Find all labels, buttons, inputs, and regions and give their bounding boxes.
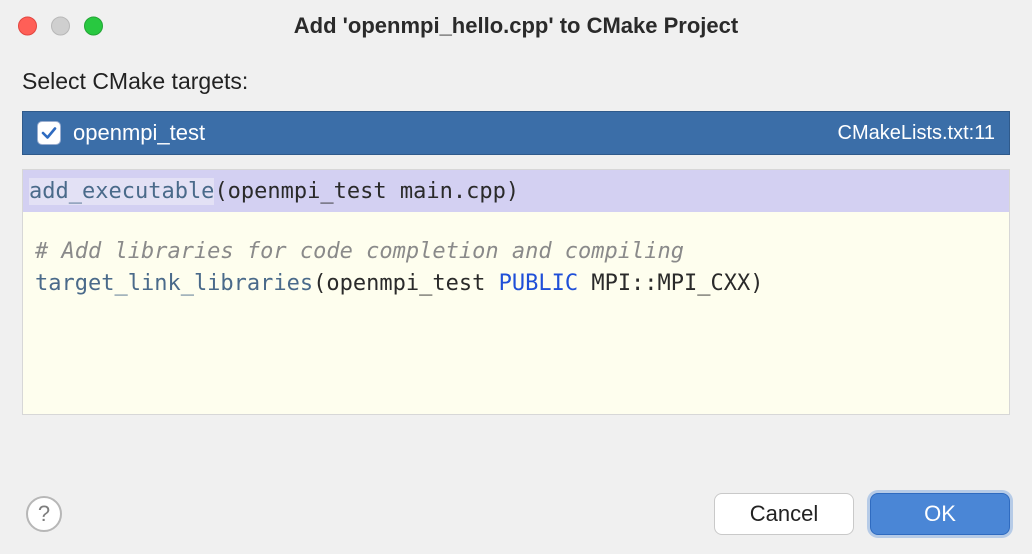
- dialog-footer: ? Cancel OK: [0, 474, 1032, 554]
- code-line-1: add_executable(openmpi_test main.cpp): [23, 170, 1009, 212]
- target-checkbox[interactable]: [37, 121, 61, 145]
- code-comment-line: # Add libraries for code completion and …: [29, 236, 1003, 268]
- code-line-3-open: (openmpi_test: [313, 271, 498, 296]
- code-keyword-public: PUBLIC: [499, 271, 578, 296]
- code-line-1-args: (openmpi_test main.cpp): [214, 179, 519, 204]
- code-body: # Add libraries for code completion and …: [23, 212, 1009, 306]
- cancel-button[interactable]: Cancel: [714, 493, 854, 535]
- help-button[interactable]: ?: [26, 496, 62, 532]
- target-name: openmpi_test: [73, 120, 838, 146]
- code-line-3-rest: MPI::MPI_CXX): [578, 271, 763, 296]
- ok-button[interactable]: OK: [870, 493, 1010, 535]
- target-location: CMakeLists.txt:11: [838, 122, 995, 145]
- window-controls: [18, 17, 103, 36]
- minimize-window-icon: [51, 17, 70, 36]
- window-title: Add 'openmpi_hello.cpp' to CMake Project: [16, 13, 1016, 39]
- code-fn-add-executable: add_executable: [29, 178, 214, 205]
- checkmark-icon: [40, 124, 58, 142]
- code-comment: # Add libraries for code completion and …: [35, 239, 684, 264]
- code-line-3: target_link_libraries(openmpi_test PUBLI…: [29, 268, 1003, 300]
- zoom-window-icon[interactable]: [84, 17, 103, 36]
- titlebar: Add 'openmpi_hello.cpp' to CMake Project: [0, 0, 1032, 52]
- dialog-content: Select CMake targets: openmpi_test CMake…: [0, 52, 1032, 474]
- code-preview: add_executable(openmpi_test main.cpp) # …: [22, 169, 1010, 415]
- target-row[interactable]: openmpi_test CMakeLists.txt:11: [22, 111, 1010, 155]
- dialog-window: Add 'openmpi_hello.cpp' to CMake Project…: [0, 0, 1032, 554]
- close-window-icon[interactable]: [18, 17, 37, 36]
- code-fn-target-link: target_link_libraries: [35, 271, 313, 296]
- select-targets-label: Select CMake targets:: [22, 68, 1010, 95]
